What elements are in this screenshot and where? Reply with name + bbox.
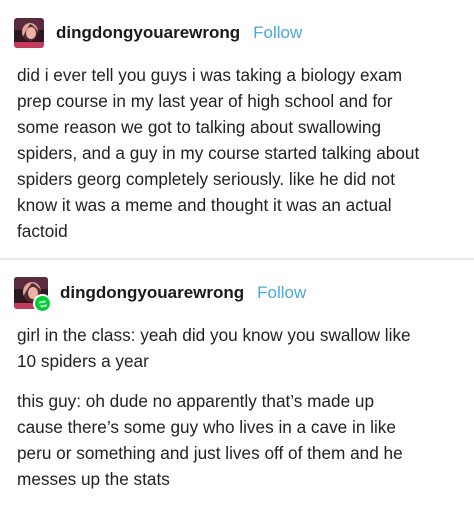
post-text: did i ever tell you guys i was taking a … — [17, 62, 467, 244]
post-text: this guy: oh dude no apparently that’s m… — [17, 388, 467, 492]
text-line: did i ever tell you guys i was taking a … — [17, 65, 403, 85]
text-line: 10 spiders a year — [17, 351, 149, 371]
avatar[interactable] — [14, 277, 52, 313]
text-line: prep course in my last year of high scho… — [17, 91, 393, 111]
text-line: spiders, and a guy in my course started … — [17, 143, 420, 163]
text-line: some reason we got to talking about swal… — [17, 117, 382, 137]
post-divider — [0, 258, 474, 260]
text-line: this guy: oh dude no apparently that’s m… — [17, 391, 375, 411]
text-line: spiders georg completely seriously. like… — [17, 169, 395, 189]
follow-button[interactable]: Follow — [257, 283, 306, 303]
post-text: girl in the class: yeah did you know you… — [17, 322, 467, 374]
text-line: factoid — [17, 221, 68, 241]
text-line: messes up the stats — [17, 469, 170, 489]
text-line: cause there’s some guy who lives in a ca… — [17, 417, 396, 437]
text-line: know it was a meme and thought it was an… — [17, 195, 392, 215]
text-line: peru or something and just lives off of … — [17, 443, 403, 463]
username[interactable]: dingdongyouarewrong — [60, 283, 244, 303]
avatar-image — [14, 18, 44, 48]
avatar[interactable] — [14, 18, 44, 48]
username[interactable]: dingdongyouarewrong — [56, 23, 240, 43]
post-header: dingdongyouarewrong Follow — [14, 18, 302, 48]
post-header: dingdongyouarewrong Follow — [14, 277, 306, 313]
follow-button[interactable]: Follow — [253, 23, 302, 43]
reblog-icon — [33, 294, 52, 313]
text-line: girl in the class: yeah did you know you… — [17, 325, 411, 345]
